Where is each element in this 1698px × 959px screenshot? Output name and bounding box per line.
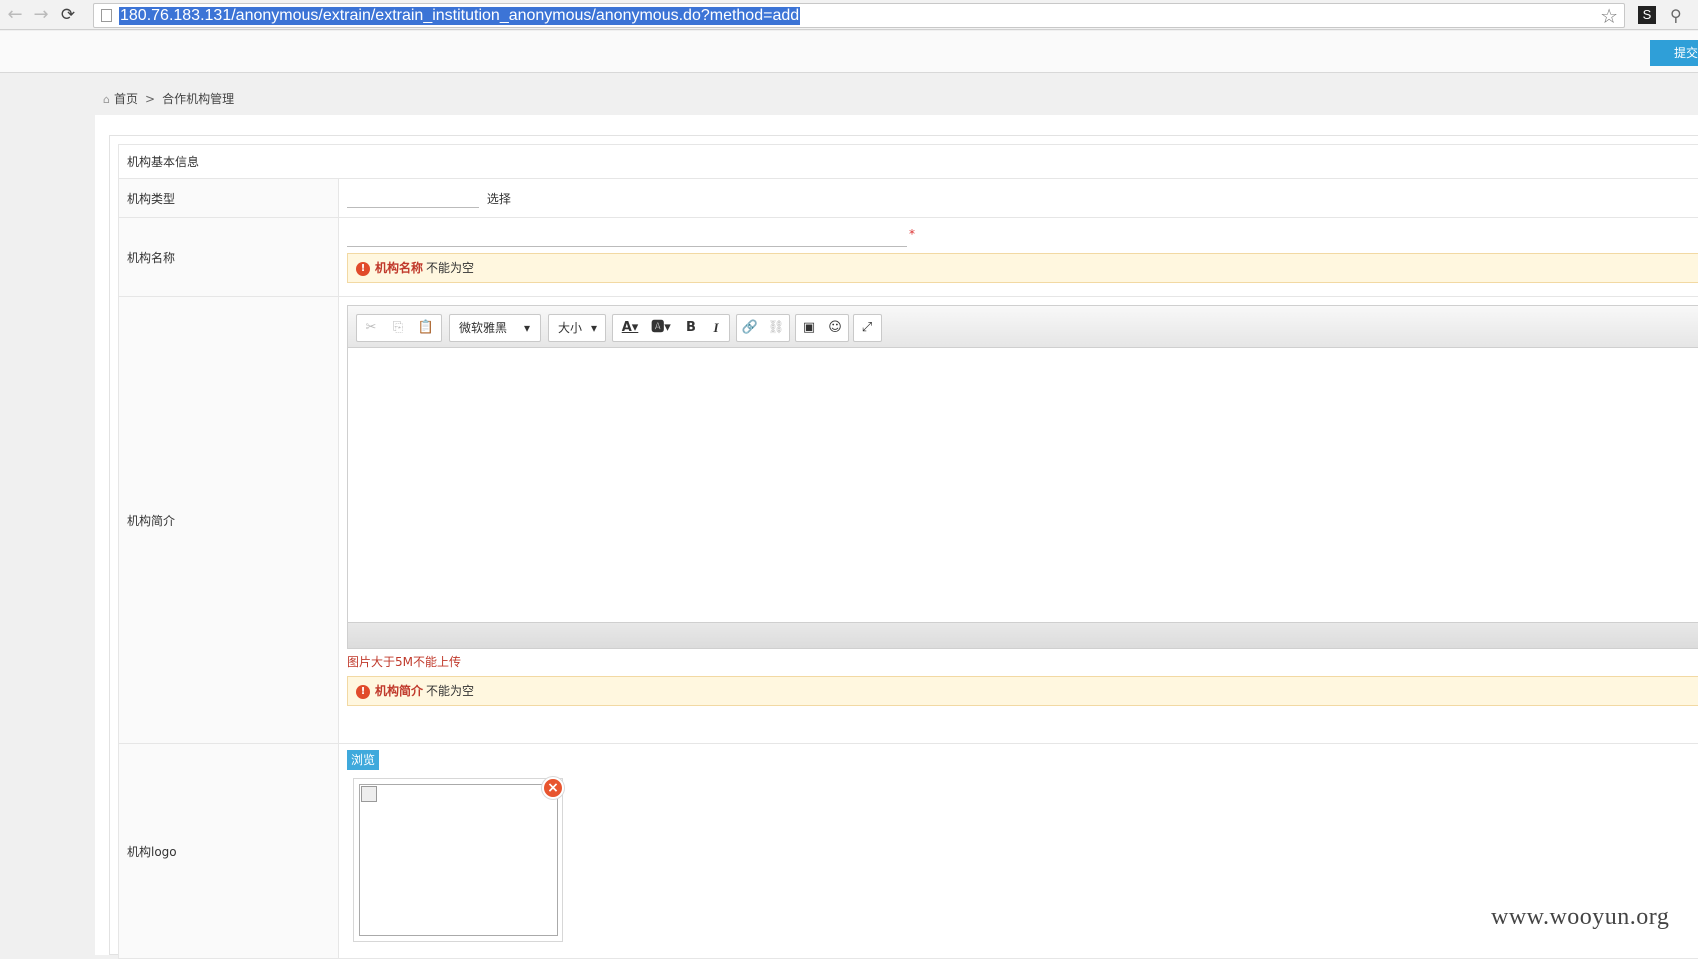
- link-icon[interactable]: 🔗: [738, 317, 762, 339]
- extension-s-icon[interactable]: S: [1638, 6, 1656, 24]
- highlight-icon[interactable]: 🅰▾: [647, 317, 675, 339]
- chevron-down-icon: ▾: [591, 315, 605, 341]
- form-row-name: 机构名称 * !机构名称不能为空: [119, 218, 1698, 297]
- forward-button[interactable]: →: [30, 4, 52, 26]
- logo-image-frame: [359, 784, 558, 936]
- font-family-text: 微软雅黑: [459, 321, 507, 335]
- page-icon: [101, 9, 112, 22]
- extension-key-icon[interactable]: ⚲: [1670, 6, 1692, 26]
- name-error-field: 机构名称: [375, 261, 423, 275]
- type-label: 机构类型: [119, 179, 339, 218]
- unlink-icon[interactable]: ⛓: [764, 317, 788, 339]
- broken-image-icon: [361, 786, 377, 802]
- reload-button[interactable]: ⟳: [57, 4, 79, 26]
- name-error-message: 不能为空: [426, 261, 474, 275]
- editor-toolbar: ✂ ⎘ 📋 微软雅黑 ▾ 大小 ▾ A▾ 🅰▾: [348, 306, 1698, 348]
- font-size-value: 大小: [549, 315, 582, 341]
- type-value-cell: 选择: [339, 179, 1698, 218]
- image-icon[interactable]: ▣: [797, 317, 821, 339]
- browse-button[interactable]: 浏览: [347, 750, 379, 770]
- home-icon: ⌂: [103, 91, 110, 109]
- font-family-value: 微软雅黑: [450, 315, 507, 341]
- address-bar[interactable]: 180.76.183.131/anonymous/extrain/extrain…: [93, 3, 1625, 28]
- editor-content-area[interactable]: [348, 348, 1698, 622]
- bold-icon[interactable]: B: [679, 317, 703, 339]
- watermark: www.wooyun.org: [1491, 904, 1669, 931]
- type-input[interactable]: [347, 188, 479, 208]
- toolbar-group-format: A▾ 🅰▾ B I: [612, 314, 730, 342]
- name-input[interactable]: [347, 227, 907, 247]
- form-row-type: 机构类型 选择: [119, 179, 1698, 218]
- browser-toolbar: ← → ⟳ 180.76.183.131/anonymous/extrain/e…: [0, 0, 1698, 30]
- institution-form: 机构基本信息 机构类型 选择 机构名称 * !机构名称不能为空 机构简介 ✂ ⎘: [118, 144, 1698, 959]
- fullscreen-icon[interactable]: ⤢: [855, 317, 879, 339]
- logo-label: 机构logo: [119, 744, 339, 959]
- paste-icon[interactable]: 📋: [414, 317, 438, 339]
- name-error-alert: ! 机构名称不能为空: [347, 253, 1698, 283]
- url-text[interactable]: 180.76.183.131/anonymous/extrain/extrain…: [119, 7, 800, 25]
- back-button[interactable]: ←: [4, 4, 26, 26]
- font-color-icon[interactable]: A▾: [616, 317, 644, 339]
- intro-value-cell: ✂ ⎘ 📋 微软雅黑 ▾ 大小 ▾ A▾ 🅰▾: [339, 297, 1698, 744]
- breadcrumb-current[interactable]: 合作机构管理: [162, 92, 234, 106]
- remove-image-icon[interactable]: ×: [542, 777, 564, 799]
- italic-icon[interactable]: I: [704, 317, 728, 339]
- logo-preview: ×: [353, 778, 563, 942]
- type-select-link[interactable]: 选择: [487, 190, 511, 207]
- form-row-intro: 机构简介 ✂ ⎘ 📋 微软雅黑 ▾ 大小 ▾: [119, 297, 1698, 744]
- warning-icon: !: [356, 262, 370, 276]
- intro-error-alert: ! 机构简介不能为空: [347, 676, 1698, 706]
- font-size-select[interactable]: 大小 ▾: [548, 314, 606, 342]
- toolbar-group-insert: ▣ ☺: [795, 314, 849, 342]
- warning-icon: !: [356, 685, 370, 699]
- chevron-down-icon: ▾: [524, 315, 540, 341]
- breadcrumb-home[interactable]: 首页: [114, 92, 138, 106]
- section-header-row: 机构基本信息: [119, 145, 1698, 179]
- rich-text-editor: ✂ ⎘ 📋 微软雅黑 ▾ 大小 ▾ A▾ 🅰▾: [347, 305, 1698, 649]
- section-title: 机构基本信息: [119, 145, 1698, 179]
- intro-error-field: 机构简介: [375, 684, 423, 698]
- name-value-cell: * ! 机构名称不能为空: [339, 218, 1698, 297]
- font-family-select[interactable]: 微软雅黑 ▾: [449, 314, 541, 342]
- breadcrumb: ⌂ 首页 > 合作机构管理: [103, 90, 234, 108]
- toolbar-group-clipboard: ✂ ⎘ 📋: [356, 314, 442, 342]
- image-size-note: 图片大于5M不能上传: [347, 653, 1698, 670]
- intro-error-message: 不能为空: [426, 684, 474, 698]
- cut-icon[interactable]: ✂: [359, 317, 383, 339]
- toolbar-group-link: 🔗 ⛓: [736, 314, 790, 342]
- submit-button[interactable]: 提交: [1650, 40, 1698, 66]
- breadcrumb-separator-icon: >: [145, 92, 155, 106]
- copy-icon[interactable]: ⎘: [386, 317, 410, 339]
- name-label: 机构名称: [119, 218, 339, 297]
- form-row-logo: 机构logo 浏览 ×: [119, 744, 1698, 959]
- editor-status-bar: [348, 622, 1698, 648]
- intro-label: 机构简介: [119, 297, 339, 744]
- required-mark: *: [909, 227, 915, 241]
- emoticon-icon[interactable]: ☺: [823, 317, 847, 339]
- app-top-bar: 提交: [0, 31, 1698, 73]
- font-size-text: 大小: [558, 321, 582, 335]
- bookmark-star-icon[interactable]: ☆: [1600, 4, 1618, 28]
- toolbar-group-view: ⤢: [853, 314, 882, 342]
